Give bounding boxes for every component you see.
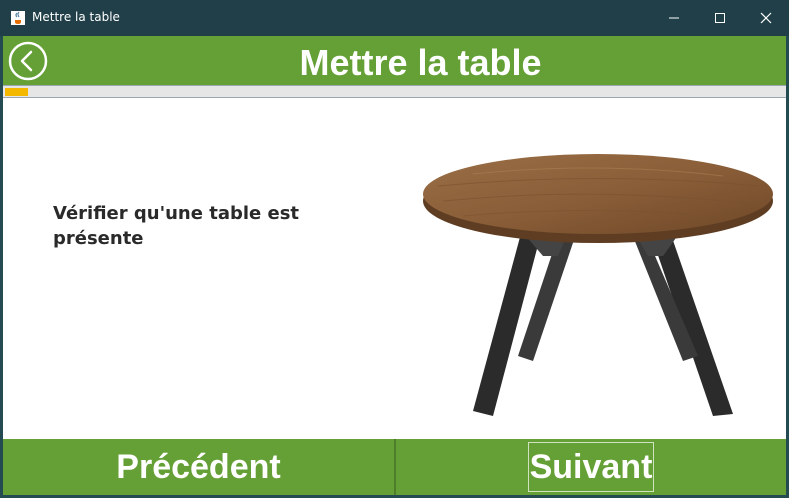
java-cup-icon — [11, 11, 25, 25]
minimize-button[interactable] — [651, 0, 697, 36]
previous-button-label: Précédent — [116, 447, 281, 486]
window-titlebar: Mettre la table — [0, 0, 789, 36]
footer-bar: Précédent Suivant — [3, 439, 786, 495]
round-table-image — [423, 154, 773, 416]
maximize-button[interactable] — [697, 0, 743, 36]
minimize-icon — [669, 17, 679, 19]
next-button-label: Suivant — [527, 442, 655, 492]
page-title: Mettre la table — [299, 42, 542, 83]
progress-fill — [5, 88, 28, 96]
close-icon — [760, 12, 772, 24]
next-button[interactable]: Suivant — [396, 439, 786, 495]
close-button[interactable] — [743, 0, 789, 36]
window-title: Mettre la table — [32, 10, 120, 24]
step-instruction: Vérifier qu'une table est présente — [53, 203, 300, 249]
maximize-icon — [715, 13, 725, 23]
progress-bar — [3, 85, 786, 98]
app-content: Mettre la table Vérifier qu'une table es… — [3, 36, 786, 495]
previous-button[interactable]: Précédent — [3, 439, 394, 495]
header-bar: Mettre la table — [3, 36, 786, 85]
